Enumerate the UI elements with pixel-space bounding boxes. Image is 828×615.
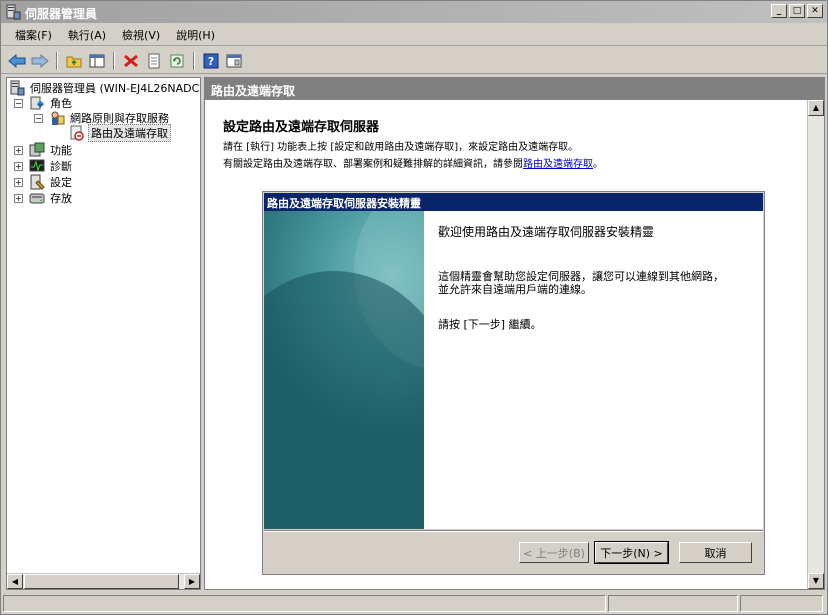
- toolbar: ?: [1, 48, 827, 74]
- tree-label: 功能: [50, 144, 72, 157]
- tree-item-configuration[interactable]: 設定: [29, 174, 74, 190]
- roles-icon: [29, 95, 45, 111]
- description-text: 有關設定路由及遠端存取、部署案例和疑難排解的詳細資訊，請參閱: [223, 159, 523, 170]
- toolbar-separator: [113, 51, 115, 70]
- tree-label: 角色: [50, 97, 72, 110]
- configuration-icon: [29, 174, 45, 190]
- details-vertical-scrollbar[interactable]: ▲ ▼: [807, 100, 824, 589]
- tree-label: 診斷: [50, 160, 72, 173]
- up-folder-icon[interactable]: [64, 51, 84, 71]
- scrollbar-thumb[interactable]: [24, 574, 179, 589]
- back-arrow-icon[interactable]: [7, 51, 27, 71]
- status-bar: [1, 593, 827, 614]
- expand-features-toggle[interactable]: +: [14, 146, 23, 155]
- wizard-description: 這個精靈會幫助您設定伺服器，讓您可以連線到其他網路，並允許來自遠端用戶端的連線。: [438, 270, 724, 296]
- diagnostics-icon: [29, 158, 45, 174]
- tree-item-roles[interactable]: 角色: [29, 95, 74, 111]
- scroll-down-icon[interactable]: ▼: [808, 573, 824, 589]
- description-suffix: 。: [593, 159, 603, 170]
- collapse-npas-toggle[interactable]: −: [34, 114, 43, 123]
- features-icon: [29, 142, 45, 158]
- tree-item-rras[interactable]: 路由及遠端存取: [69, 124, 171, 142]
- expand-diagnostics-toggle[interactable]: +: [14, 162, 23, 171]
- tree-item-diagnostics[interactable]: 診斷: [29, 158, 74, 174]
- expand-config-toggle[interactable]: +: [14, 178, 23, 187]
- tree-item-server-manager[interactable]: 伺服器管理員 (WIN-EJ4L26NADC: [9, 80, 200, 96]
- toolbar-separator: [193, 51, 195, 70]
- expand-storage-toggle[interactable]: +: [14, 194, 23, 203]
- cancel-button[interactable]: 取消: [679, 542, 752, 563]
- scroll-up-icon[interactable]: ▲: [808, 100, 824, 116]
- menu-view[interactable]: 檢視(V): [114, 27, 168, 43]
- scroll-right-icon[interactable]: ▶: [184, 574, 200, 589]
- properties-icon[interactable]: [144, 51, 164, 71]
- maximize-button[interactable]: □: [789, 4, 805, 18]
- minimize-button[interactable]: _: [771, 4, 787, 18]
- menu-action[interactable]: 執行(A): [60, 27, 114, 43]
- storage-icon: [29, 190, 45, 206]
- show-hide-tree-icon[interactable]: [87, 51, 107, 71]
- tree-horizontal-scrollbar[interactable]: ◀ ▶: [7, 573, 200, 589]
- tree-label: 存放: [50, 192, 72, 205]
- server-manager-icon: [5, 4, 21, 20]
- window-title: 伺服器管理員: [25, 7, 98, 21]
- wizard-title: 路由及遠端存取伺服器安裝精靈: [264, 193, 763, 211]
- console-tree[interactable]: 伺服器管理員 (WIN-EJ4L26NADC − 角色 − 網路原則與存取服務 …: [6, 77, 201, 590]
- wizard-body: 歡迎使用路由及遠端存取伺服器安裝精靈 這個精靈會幫助您設定伺服器，讓您可以連線到…: [264, 211, 763, 529]
- tree-label: 路由及遠端存取: [88, 124, 171, 142]
- server-manager-window: 伺服器管理員 _ □ ✕ 檔案(F) 執行(A) 檢視(V) 說明(H) ? 伺…: [0, 0, 828, 615]
- description-line-2: 有關設定路由及遠端存取、部署案例和疑難排解的詳細資訊，請參閱路由及遠端存取。: [223, 155, 603, 170]
- console-icon[interactable]: [224, 51, 244, 71]
- server-icon: [9, 80, 25, 96]
- rras-help-link[interactable]: 路由及遠端存取: [523, 159, 593, 170]
- description-line-1: 請在 [執行] 功能表上按 [設定和啟用路由及遠端存取]，來設定路由及遠端存取。: [223, 142, 579, 153]
- rras-icon: [69, 125, 85, 141]
- menu-file[interactable]: 檔案(F): [7, 27, 60, 43]
- status-cell-3: [740, 595, 823, 612]
- menu-bar: 檔案(F) 執行(A) 檢視(V) 說明(H): [1, 24, 827, 46]
- network-policy-icon: [49, 110, 65, 126]
- menu-help[interactable]: 說明(H): [168, 27, 223, 43]
- wizard-heading: 歡迎使用路由及遠端存取伺服器安裝精靈: [438, 225, 655, 239]
- wizard-banner-image: [264, 211, 424, 529]
- close-button[interactable]: ✕: [807, 4, 823, 18]
- toolbar-separator: [56, 51, 58, 70]
- page-title: 設定路由及遠端存取伺服器: [223, 120, 380, 135]
- forward-arrow-icon[interactable]: [30, 51, 50, 71]
- wizard-instruction: 請按 [下一步] 繼續。: [438, 318, 542, 331]
- scroll-left-icon[interactable]: ◀: [7, 574, 23, 589]
- title-bar[interactable]: 伺服器管理員 _ □ ✕: [1, 1, 827, 23]
- tree-item-features[interactable]: 功能: [29, 142, 74, 158]
- back-button[interactable]: < 上一步(B): [519, 542, 589, 563]
- wizard-divider: [264, 530, 763, 532]
- setup-wizard-dialog: 路由及遠端存取伺服器安裝精靈 歡迎使用路由及遠端存取伺服器安裝精靈 這個精靈會幫…: [262, 191, 765, 575]
- tree-item-storage[interactable]: 存放: [29, 190, 74, 206]
- help-icon[interactable]: ?: [201, 51, 221, 71]
- collapse-roles-toggle[interactable]: −: [14, 99, 23, 108]
- refresh-icon[interactable]: [167, 51, 187, 71]
- delete-icon[interactable]: [121, 51, 141, 71]
- status-cell-2: [608, 595, 738, 612]
- pane-header: 路由及遠端存取: [205, 78, 824, 100]
- svg-text:?: ?: [208, 55, 214, 68]
- tree-label: 設定: [50, 176, 72, 189]
- status-cell-main: [3, 595, 606, 612]
- details-pane: 路由及遠端存取 設定路由及遠端存取伺服器 請在 [執行] 功能表上按 [設定和啟…: [204, 77, 825, 590]
- next-button[interactable]: 下一步(N) >: [594, 541, 669, 564]
- tree-label: 伺服器管理員 (WIN-EJ4L26NADC: [30, 82, 200, 95]
